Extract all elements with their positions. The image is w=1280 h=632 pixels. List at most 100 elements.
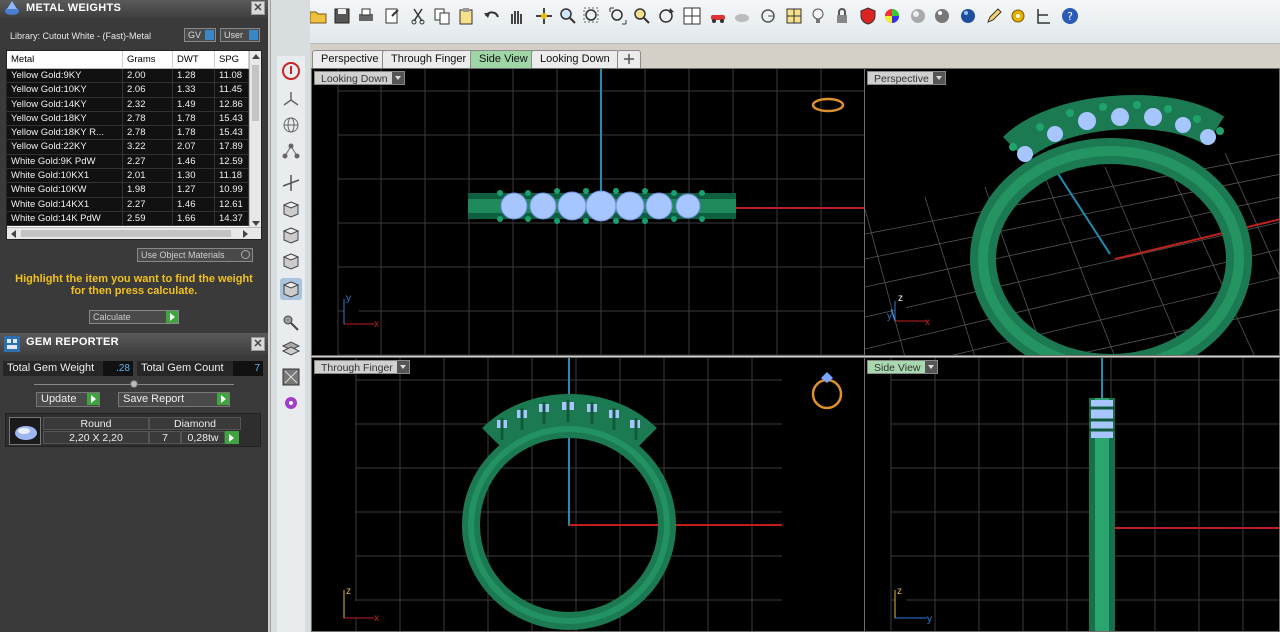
cube-view-1-icon[interactable] <box>280 198 302 220</box>
nodes-icon[interactable] <box>280 140 302 162</box>
layers-icon[interactable] <box>280 338 302 360</box>
zoom-extents-icon[interactable] <box>608 6 628 26</box>
table-horizontal-scrollbar[interactable] <box>7 227 261 239</box>
use-object-materials-dropdown[interactable]: Use Object Materials <box>137 248 253 262</box>
print-icon[interactable] <box>356 6 376 26</box>
gv-toggle[interactable]: GV <box>184 28 216 42</box>
total-gem-weight-value: .28 <box>103 361 133 376</box>
lock-icon[interactable] <box>832 6 852 26</box>
zoom-selected-icon[interactable] <box>632 6 652 26</box>
viewport-dropdown-icon[interactable] <box>924 361 937 373</box>
render-box-icon[interactable] <box>280 366 302 388</box>
car-icon[interactable] <box>708 6 728 26</box>
brush-icon[interactable] <box>280 312 302 334</box>
hierarchy-icon[interactable] <box>1034 6 1054 26</box>
scroll-left-icon[interactable] <box>10 230 16 238</box>
cube-view-4-icon[interactable] <box>280 278 302 300</box>
four-viewports-icon[interactable] <box>682 6 702 26</box>
pan-hand-icon[interactable] <box>506 6 526 26</box>
viewport-dropdown-icon[interactable] <box>396 361 409 373</box>
table-row[interactable]: White Gold:14K PdW 2.59 1.66 14.37 <box>7 211 261 227</box>
table-vertical-scrollbar[interactable] <box>249 51 261 229</box>
gem-play-button[interactable] <box>225 431 239 444</box>
update-button[interactable]: Update <box>36 392 100 407</box>
tab-side-view[interactable]: Side View <box>470 50 537 68</box>
horizontal-scroll-thumb[interactable] <box>21 230 231 237</box>
metal-weights-close-button[interactable]: ✕ <box>251 1 265 15</box>
render-sphere-icon[interactable] <box>908 6 928 26</box>
gem-slider-knob[interactable] <box>130 380 138 388</box>
viewport-label-looking-down[interactable]: Looking Down <box>314 71 405 85</box>
column-header-spg[interactable]: SPG <box>215 51 249 68</box>
paste-icon[interactable] <box>456 6 476 26</box>
table-row[interactable]: Yellow Gold:22KY 3.22 2.07 17.89 <box>7 140 261 155</box>
table-row[interactable]: White Gold:9K PdW 2.27 1.46 12.59 <box>7 154 261 170</box>
globe-icon[interactable] <box>958 6 978 26</box>
table-row[interactable]: White Gold:10KW 1.98 1.27 10.99 <box>7 183 261 198</box>
tab-perspective[interactable]: Perspective <box>312 50 388 68</box>
column-header-metal[interactable]: Metal <box>7 51 123 68</box>
sphere-grid-icon[interactable] <box>280 114 302 136</box>
viewport-through-finger[interactable]: z x Through Finger <box>311 357 865 632</box>
undo-icon[interactable] <box>482 6 502 26</box>
table-row[interactable]: White Gold:14KX1 2.27 1.46 12.61 <box>7 197 261 212</box>
shield-icon[interactable] <box>858 6 878 26</box>
color-wheel-icon[interactable] <box>882 6 902 26</box>
cube-view-3-icon[interactable] <box>280 250 302 272</box>
viewport-label-through-finger[interactable]: Through Finger <box>314 360 410 374</box>
rotate-view-icon[interactable] <box>656 6 676 26</box>
settings-gear-icon[interactable] <box>1008 6 1028 26</box>
table-row[interactable]: Yellow Gold:9KY 2.00 1.28 11.08 <box>7 69 261 84</box>
save-icon[interactable] <box>332 6 352 26</box>
gem-list: Round Diamond 2,20 X 2,20 7 0,28tw <box>5 413 261 447</box>
grid-snap-icon[interactable] <box>784 6 804 26</box>
tab-looking-down[interactable]: Looking Down <box>531 50 619 68</box>
vertical-toolbar <box>270 0 310 632</box>
viewport-dropdown-icon[interactable] <box>391 72 404 84</box>
gem-slider[interactable] <box>34 380 234 388</box>
table-row[interactable]: Yellow Gold:10KY 2.06 1.33 11.45 <box>7 83 261 98</box>
viewport-looking-down[interactable]: y x Looking Down <box>311 68 865 356</box>
axis-tripod-icon[interactable] <box>280 88 302 110</box>
table-row[interactable]: Yellow Gold:18KY 2.78 1.78 15.43 <box>7 111 261 127</box>
add-tab-button[interactable] <box>617 50 641 68</box>
zoom-icon[interactable] <box>558 6 578 26</box>
zoom-window-icon[interactable] <box>582 6 602 26</box>
copy-icon[interactable] <box>432 6 452 26</box>
save-report-label: Save Report <box>123 393 185 405</box>
cube-view-2-icon[interactable] <box>280 224 302 246</box>
move-icon[interactable] <box>534 6 554 26</box>
viewport-perspective[interactable]: z y x Perspective <box>864 68 1280 356</box>
vertical-scroll-thumb[interactable] <box>252 65 259 121</box>
column-header-dwt[interactable]: DWT <box>173 51 215 68</box>
table-cell: 11.18 <box>215 169 249 183</box>
pencil-icon[interactable] <box>984 6 1004 26</box>
calculate-button[interactable]: Calculate <box>89 310 179 324</box>
column-header-grams[interactable]: Grams <box>123 51 173 68</box>
tab-through-finger[interactable]: Through Finger <box>382 50 476 68</box>
gem-cluster-icon[interactable] <box>280 392 302 414</box>
open-folder-icon[interactable] <box>308 6 328 26</box>
viewport-dropdown-icon[interactable] <box>932 72 945 84</box>
table-row[interactable]: Yellow Gold:14KY 2.32 1.49 12.86 <box>7 97 261 112</box>
viewport-label-perspective[interactable]: Perspective <box>867 71 946 85</box>
save-report-button[interactable]: Save Report <box>118 392 230 407</box>
cut-icon[interactable] <box>408 6 428 26</box>
gem-thumbnail[interactable] <box>9 417 41 445</box>
user-toggle[interactable]: User <box>220 28 260 42</box>
gem-reporter-close-button[interactable]: ✕ <box>251 337 265 351</box>
material-sphere-icon[interactable] <box>932 6 952 26</box>
info-icon[interactable] <box>280 60 302 82</box>
viewport-label-side-view[interactable]: Side View <box>867 360 938 374</box>
table-row[interactable]: Yellow Gold:18KY R... 2.78 1.78 15.43 <box>7 126 261 141</box>
scroll-right-icon[interactable] <box>243 230 249 238</box>
viewport-side-view[interactable]: z y Side View <box>864 357 1280 632</box>
axes-icon[interactable] <box>280 172 302 194</box>
export-icon[interactable] <box>382 6 402 26</box>
help-icon[interactable]: ? <box>1060 6 1080 26</box>
light-bulb-icon[interactable] <box>808 6 828 26</box>
scroll-up-icon[interactable] <box>252 53 260 59</box>
table-row[interactable]: White Gold:10KX1 2.01 1.30 11.18 <box>7 169 261 184</box>
snap-icon[interactable] <box>758 6 778 26</box>
shade-icon[interactable] <box>732 6 752 26</box>
